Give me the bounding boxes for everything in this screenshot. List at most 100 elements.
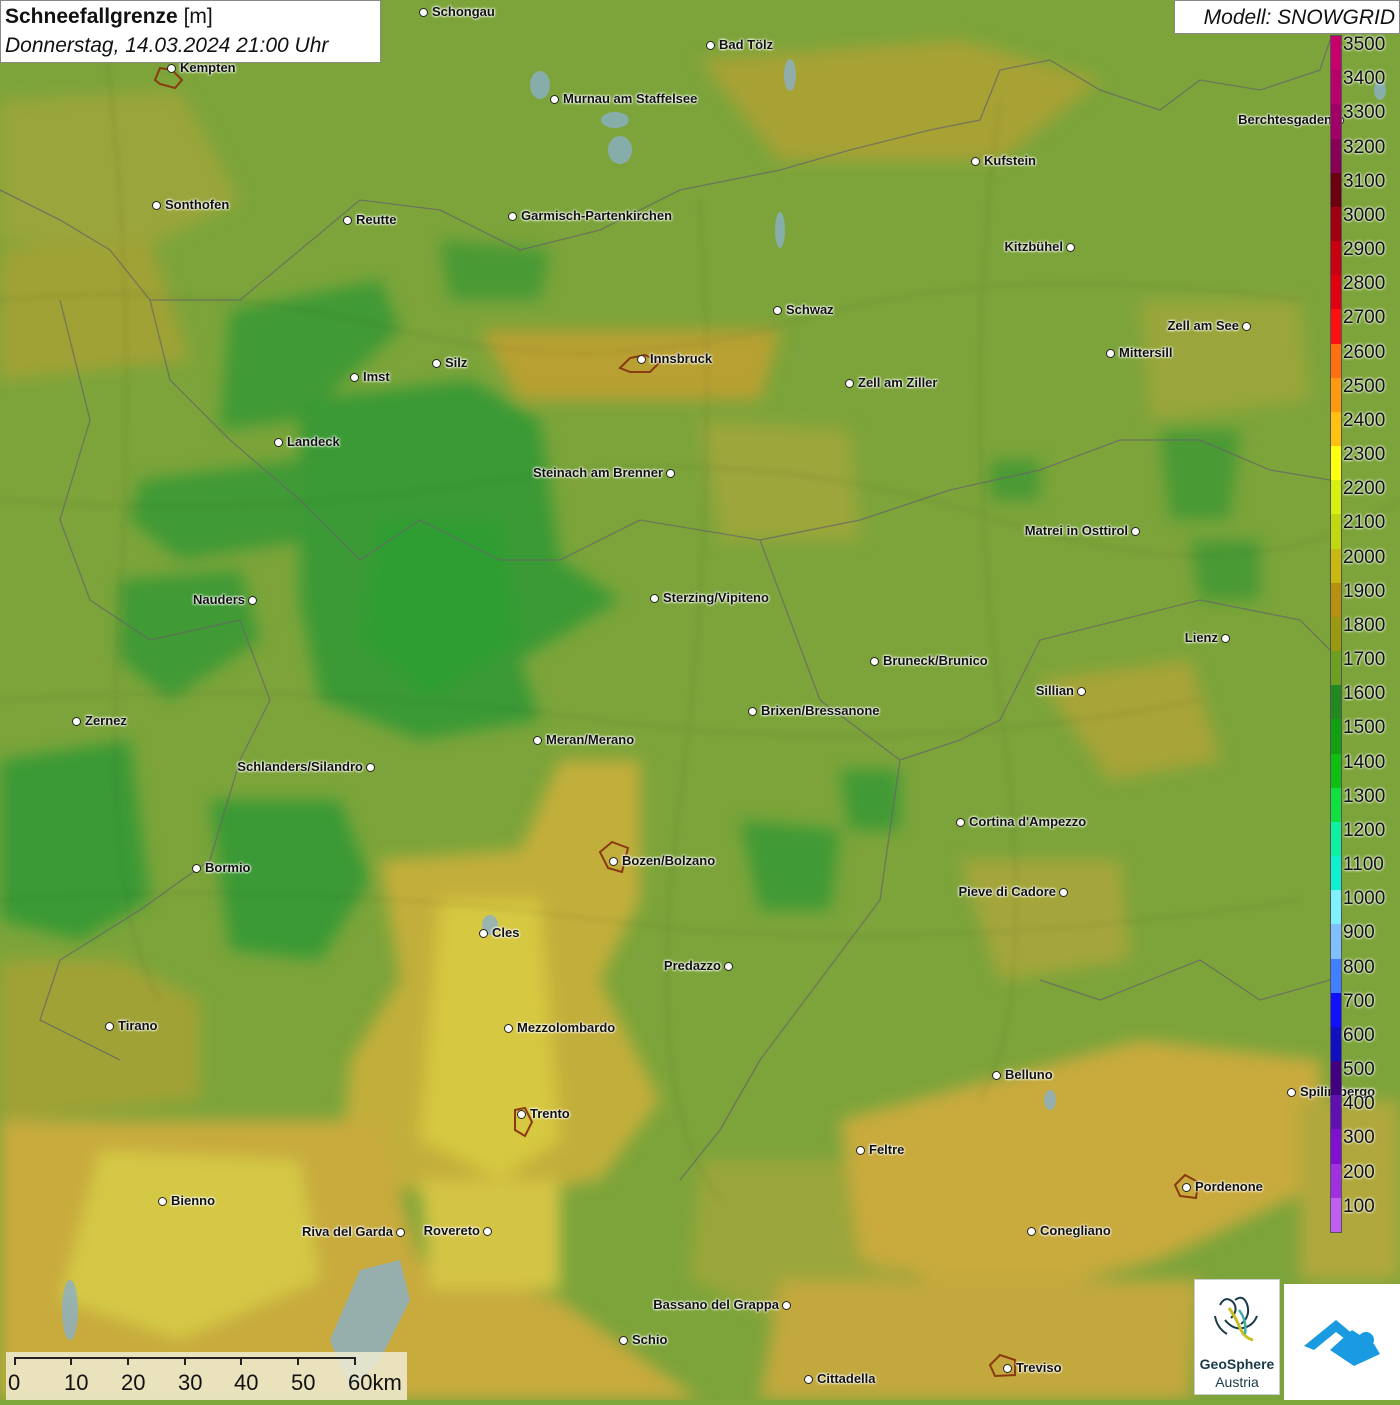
legend-swatch	[1331, 582, 1341, 618]
legend-label: 1200	[1343, 819, 1386, 841]
app-logo[interactable]	[1284, 1284, 1400, 1400]
city-label: Rovereto	[423, 1223, 480, 1238]
city-label: Silz	[445, 355, 468, 370]
legend-label: 300	[1343, 1127, 1375, 1149]
legend-label: 3000	[1343, 204, 1386, 226]
city-dot	[748, 707, 757, 716]
city-label: Sterzing/Vipiteno	[663, 590, 769, 605]
scale-label: 30	[178, 1370, 203, 1395]
scale-label: 40	[234, 1370, 259, 1395]
legend-label: 2500	[1343, 375, 1386, 397]
legend-label: 2400	[1343, 409, 1386, 431]
city-dot	[167, 64, 176, 73]
city-label: Kempten	[180, 60, 236, 75]
city-label: Schongau	[432, 4, 495, 19]
city-label: Pieve di Cadore	[958, 884, 1056, 899]
city-label: Mittersill	[1119, 345, 1173, 360]
city-label: Bozen/Bolzano	[622, 853, 716, 868]
legend-swatch	[1331, 309, 1341, 345]
map-datetime: Donnerstag, 14.03.2024 21:00 Uhr	[5, 34, 329, 57]
city-dot	[666, 469, 675, 478]
legend-swatch	[1331, 958, 1341, 994]
legend-label: 2300	[1343, 444, 1386, 466]
legend-swatch	[1331, 446, 1341, 481]
city-dot	[1242, 322, 1251, 331]
city-dot	[72, 717, 81, 726]
legend-label: 900	[1343, 922, 1375, 944]
legend-label: 600	[1343, 1024, 1375, 1046]
legend-swatch	[1331, 514, 1341, 550]
city-label: Bad Tölz	[719, 37, 774, 52]
scale-label: 10	[64, 1370, 89, 1395]
city-dot	[350, 373, 359, 382]
legend-label: 3200	[1343, 136, 1386, 158]
city-label: Landeck	[287, 434, 340, 449]
city-dot	[782, 1301, 791, 1310]
scale-label: 50	[291, 1370, 316, 1395]
city-dot	[366, 763, 375, 772]
city-dot	[1106, 349, 1115, 358]
city-dot	[724, 962, 733, 971]
legend-label: 700	[1343, 990, 1375, 1012]
scale-label: 60km	[348, 1370, 402, 1395]
legend-swatch	[1331, 856, 1341, 891]
city-label: Predazzo	[663, 958, 721, 973]
city-label: Sonthofen	[165, 197, 230, 212]
city-label: Innsbruck	[650, 351, 713, 366]
color-legend	[1330, 35, 1342, 1233]
city-dot	[1027, 1227, 1036, 1236]
city-dot	[158, 1197, 167, 1206]
city-label: Garmisch-Partenkirchen	[521, 208, 673, 223]
city-dot	[396, 1228, 405, 1237]
city-label: Zernez	[85, 713, 127, 728]
scale-tick	[240, 1357, 242, 1365]
city-dot	[619, 1336, 628, 1345]
city-label: Nauders	[192, 592, 245, 607]
legend-swatch	[1331, 206, 1341, 242]
city-dot	[845, 379, 854, 388]
legend-label: 1100	[1343, 854, 1384, 876]
title-box: Schneefallgrenze [m] Donnerstag, 14.03.2…	[0, 0, 381, 63]
city-dot	[192, 864, 201, 873]
city-label: Bruneck/Brunico	[883, 653, 988, 668]
city-dot	[1182, 1183, 1191, 1192]
city-label: Cittadella	[817, 1371, 876, 1386]
scale-tick	[354, 1357, 356, 1365]
city-dot	[1221, 634, 1230, 643]
legend-label: 1700	[1343, 649, 1386, 671]
legend-swatch	[1331, 36, 1341, 71]
cloud-arrow-icon	[1304, 1320, 1380, 1366]
legend-swatch	[1331, 104, 1341, 139]
geosphere-mark-icon	[1214, 1296, 1258, 1342]
legend-label: 2900	[1343, 239, 1386, 261]
legend-label: 2700	[1343, 307, 1386, 329]
city-label: Reutte	[356, 212, 397, 227]
city-dot	[105, 1022, 114, 1031]
city-label: Bienno	[171, 1193, 216, 1208]
legend-swatch	[1331, 1095, 1341, 1130]
scale-label: 0	[8, 1370, 21, 1395]
city-label: Schio	[632, 1332, 668, 1347]
legend-swatch	[1331, 377, 1341, 413]
scale-label: 20	[121, 1370, 146, 1395]
city-dot	[483, 1227, 492, 1236]
city-dot	[637, 355, 646, 364]
legend-label: 3300	[1343, 102, 1386, 124]
legend-label: 3500	[1343, 34, 1386, 55]
scale-tick	[127, 1357, 129, 1365]
city-dot	[533, 736, 542, 745]
legend-label: 2000	[1343, 546, 1386, 568]
city-label: Cortina d'Ampezzo	[969, 814, 1087, 829]
city-dot	[1077, 687, 1086, 696]
legend-swatch	[1331, 787, 1341, 823]
legend-swatch	[1331, 821, 1341, 857]
city-dot	[479, 929, 488, 938]
city-label: Zell am Ziller	[858, 375, 938, 390]
legend-swatch	[1331, 719, 1341, 755]
city-dot	[152, 201, 161, 210]
logo-text-line1: GeoSphere	[1199, 1356, 1275, 1372]
city-label: Feltre	[869, 1142, 905, 1157]
city-dot	[992, 1071, 1001, 1080]
legend-label: 400	[1343, 1093, 1375, 1115]
legend-label: 2100	[1343, 512, 1386, 534]
